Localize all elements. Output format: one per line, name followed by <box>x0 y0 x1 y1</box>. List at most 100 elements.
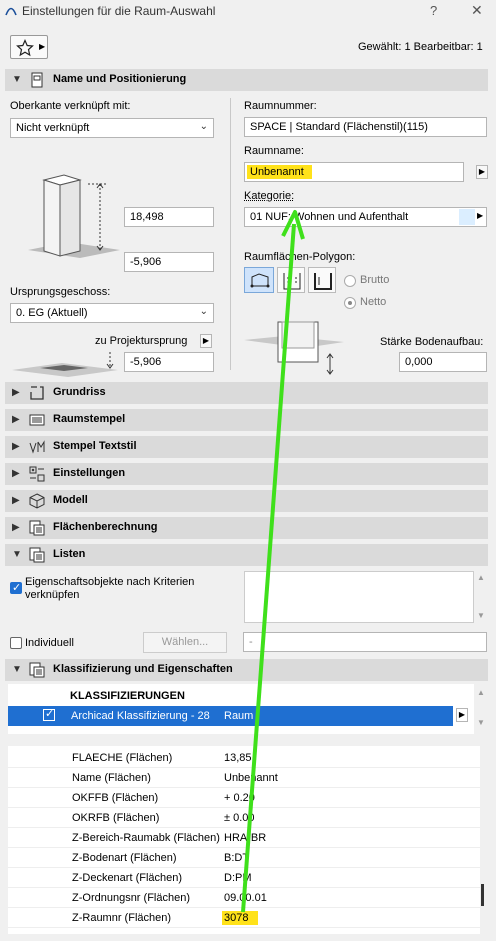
height-illustration-icon <box>28 174 120 258</box>
classification-icon <box>29 662 45 678</box>
section-label: Klassifizierung und Eigenschaften <box>53 663 233 675</box>
polygon-button-1[interactable] <box>244 267 274 293</box>
oberkante-dropdown[interactable]: Nicht verknüpft ⌄ <box>10 118 214 138</box>
raumname-arrow-button[interactable]: ▶ <box>476 165 488 179</box>
property-value[interactable]: ± 0.00 <box>224 812 255 824</box>
eigenschaftsobjekte-checkbox[interactable] <box>10 581 22 594</box>
property-row[interactable]: Name (Flächen) Unbenannt <box>8 768 480 788</box>
property-row[interactable]: Z-Raumnr (Flächen) 3078 <box>8 908 480 928</box>
classification-checkbox[interactable]: ✓ <box>43 708 55 721</box>
section-listen[interactable]: ▼ Listen <box>5 544 488 566</box>
staerke-input[interactable]: 0,000 <box>399 352 487 372</box>
klassifizierung-selected-row[interactable]: ✓ Archicad Klassifizierung - 28 Raum <box>8 706 453 726</box>
polygon-button-3[interactable] <box>308 267 336 293</box>
bodenaufbau-illustration-icon <box>244 321 344 375</box>
section-name-positionierung[interactable]: ▼ Name und Positionierung <box>5 69 488 91</box>
polygon-label: Raumflächen-Polygon: <box>244 251 356 263</box>
section-klassifizierung[interactable]: ▼ Klassifizierung und Eigenschaften <box>5 659 488 681</box>
raumnummer-input[interactable]: SPACE | Standard (Flächenstil)(115) <box>244 117 487 137</box>
offset-input[interactable]: -5,906 <box>124 252 214 272</box>
listen-textarea[interactable] <box>244 571 474 623</box>
property-row[interactable]: Z-Ordnungsnr (Flächen) 09.00.01 <box>8 888 480 908</box>
individuell-field[interactable]: - <box>243 632 487 652</box>
selection-info: Gewählt: 1 Bearbeitbar: 1 <box>358 41 483 53</box>
section-label: Name und Positionierung <box>53 73 187 85</box>
section-label: Raumstempel <box>53 413 126 425</box>
classification-arrow-button[interactable]: ▶ <box>456 708 468 722</box>
settings-icon <box>29 466 45 482</box>
ursprung-label: Ursprungsgeschoss: <box>10 286 111 298</box>
property-name: OKFFB (Flächen) <box>72 792 159 804</box>
individuell-label: Individuell <box>25 637 74 649</box>
section-label: Grundriss <box>53 386 106 398</box>
property-value[interactable]: D:PM <box>224 872 252 884</box>
waehlen-label: Wählen... <box>161 636 209 648</box>
property-value[interactable]: + 0.20 <box>224 792 255 804</box>
expand-arrow-icon: ▶ <box>12 414 20 425</box>
scroll-up-icon[interactable]: ▲ <box>477 688 485 697</box>
property-name: Z-Deckenart (Flächen) <box>72 872 183 884</box>
star-icon <box>16 39 34 57</box>
property-row[interactable]: FLAECHE (Flächen) 13,85 <box>8 748 480 768</box>
listen-scrollbar[interactable]: ▲ ▼ <box>475 571 487 623</box>
property-value[interactable]: 13,85 <box>224 752 252 764</box>
brutto-radio[interactable] <box>344 275 356 287</box>
property-name: Z-Bereich-Raumabk (Flächen) <box>72 832 220 844</box>
ursprung-dropdown[interactable]: 0. EG (Aktuell) ⌄ <box>10 303 214 323</box>
close-button[interactable]: ✕ <box>471 2 483 19</box>
section-modell[interactable]: ▶ Modell <box>5 490 488 512</box>
chevron-right-icon: ▶ <box>477 211 484 220</box>
help-button[interactable]: ? <box>430 3 437 18</box>
section-stempel-textstil[interactable]: ▶ Stempel Textstil <box>5 436 488 458</box>
property-value[interactable]: 09.00.01 <box>224 892 267 904</box>
expand-arrow-icon: ▶ <box>12 495 20 506</box>
section-label: Stempel Textstil <box>53 440 137 452</box>
section-raumstempel[interactable]: ▶ Raumstempel <box>5 409 488 431</box>
projekt-arrow-button[interactable]: ▶ <box>200 334 212 348</box>
property-row[interactable]: Z-Bodenart (Flächen) B:DT <box>8 848 480 868</box>
property-value[interactable]: Unbenannt <box>224 772 278 784</box>
polygon-button-2[interactable] <box>277 267 305 293</box>
klassifizierung-scrollbar[interactable]: ▲ ▼ <box>475 684 487 734</box>
collapse-arrow-icon: ▼ <box>12 74 22 85</box>
kategorie-value: 01 NUF: Wohnen und Aufenthalt <box>250 211 409 223</box>
property-value[interactable]: B:DT <box>224 852 249 864</box>
window-title: Einstellungen für die Raum-Auswahl <box>22 4 216 18</box>
section-grundriss[interactable]: ▶ Grundriss <box>5 382 488 404</box>
collapse-arrow-icon: ▼ <box>12 664 22 675</box>
stamp-icon <box>29 414 45 426</box>
raumnummer-label: Raumnummer: <box>244 100 317 112</box>
waehlen-button[interactable]: Wählen... <box>143 632 227 653</box>
model-cube-icon <box>29 493 45 509</box>
property-row[interactable]: Z-Bereich-Raumabk (Flächen) HRA-BR <box>8 828 480 848</box>
chevron-down-icon: ⌄ <box>199 121 208 132</box>
section-label: Einstellungen <box>53 467 126 479</box>
section-flaechenberechnung[interactable]: ▶ Flächenberechnung <box>5 517 488 539</box>
brutto-label: Brutto <box>360 274 390 286</box>
raumname-value: Unbenannt <box>247 165 312 179</box>
polygon-inner-icon <box>283 273 301 290</box>
ursprung-value: 0. EG (Aktuell) <box>16 307 88 319</box>
area-calc-icon <box>29 520 45 536</box>
kategorie-dropdown[interactable]: 01 NUF: Wohnen und Aufenthalt ▶ <box>244 207 487 227</box>
scroll-down-icon[interactable]: ▼ <box>477 718 485 727</box>
property-name: Z-Raumnr (Flächen) <box>72 912 172 924</box>
property-value[interactable]: HRA-BR <box>224 832 266 844</box>
checkmark-icon: ✓ <box>45 708 55 720</box>
individuell-checkbox[interactable] <box>10 637 22 649</box>
scroll-up-icon[interactable]: ▲ <box>477 573 485 582</box>
netto-radio[interactable] <box>344 297 356 309</box>
favorites-button[interactable]: ▶ <box>10 35 48 59</box>
section-einstellungen[interactable]: ▶ Einstellungen <box>5 463 488 485</box>
eigenschaftsobjekte-label-1: Eigenschaftsobjekte nach Kriterien <box>25 576 195 588</box>
property-row[interactable]: OKFFB (Flächen) + 0.20 <box>8 788 480 808</box>
oberkante-value: Nicht verknüpft <box>16 122 90 134</box>
raumname-input[interactable]: Unbenannt <box>244 162 464 182</box>
property-row[interactable]: Z-Deckenart (Flächen) D:PM <box>8 868 480 888</box>
height-input[interactable]: 18,498 <box>124 207 214 227</box>
scroll-down-icon[interactable]: ▼ <box>477 611 485 620</box>
property-value[interactable]: 3078 <box>222 911 259 925</box>
projekt-input[interactable]: -5,906 <box>124 352 214 372</box>
properties-scrollbar[interactable] <box>481 884 484 906</box>
property-row[interactable]: OKRFB (Flächen) ± 0.00 <box>8 808 480 828</box>
